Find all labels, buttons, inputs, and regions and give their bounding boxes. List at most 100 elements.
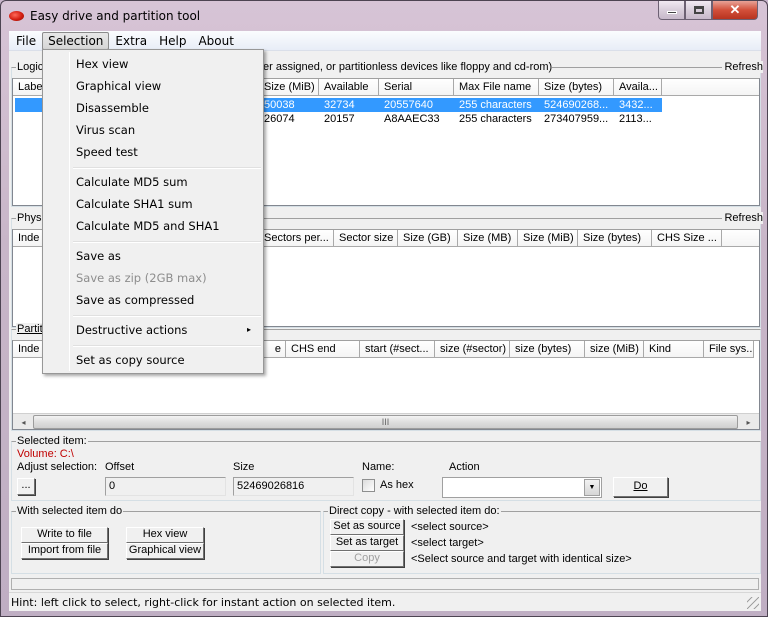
- column-header-filler: [662, 79, 759, 96]
- set-as-target-button[interactable]: Set as target: [330, 535, 404, 551]
- scroll-right-arrow-icon[interactable]: ▸: [740, 414, 757, 429]
- column-header-size-gb[interactable]: Size (GB): [398, 230, 458, 247]
- import-from-file-button[interactable]: Import from file: [21, 543, 108, 559]
- menu-item-speed-test[interactable]: Speed test: [45, 141, 261, 163]
- menu-file[interactable]: File: [10, 32, 42, 50]
- column-header-size-mib[interactable]: size (MiB): [585, 341, 644, 358]
- offset-field[interactable]: 0: [105, 477, 226, 496]
- column-header-size-mib[interactable]: Size (MiB): [259, 79, 319, 96]
- scroll-thumb[interactable]: III: [33, 415, 738, 429]
- column-header-size-bytes[interactable]: size (bytes): [510, 341, 585, 358]
- app-window: Easy drive and partition tool ✕ File Sel…: [0, 0, 768, 617]
- chevron-down-icon[interactable]: ▼: [584, 479, 600, 496]
- close-icon: ✕: [729, 2, 741, 17]
- physical-refresh-link[interactable]: Refresh: [722, 212, 763, 224]
- menu-separator: [73, 167, 261, 169]
- menu-about[interactable]: About: [192, 32, 239, 50]
- column-header-size-mib[interactable]: Size (MiB): [518, 230, 578, 247]
- as-hex-checkbox[interactable]: [362, 479, 375, 492]
- do-button[interactable]: Do: [613, 477, 668, 497]
- name-label: Name:: [362, 461, 395, 473]
- progress-bar: [11, 578, 759, 590]
- menu-item-disassemble[interactable]: Disassemble: [45, 97, 261, 119]
- menu-extra[interactable]: Extra: [109, 32, 153, 50]
- menu-item-graphical-view[interactable]: Graphical view: [45, 75, 261, 97]
- menu-selection[interactable]: Selection: [42, 32, 110, 50]
- menu-item-virus-scan[interactable]: Virus scan: [45, 119, 261, 141]
- close-button[interactable]: ✕: [712, 1, 758, 20]
- column-header-serial[interactable]: Serial: [379, 79, 454, 96]
- maximize-icon: [693, 6, 704, 14]
- menu-item-calculate-md5[interactable]: Calculate MD5 sum: [45, 171, 261, 193]
- submenu-arrow-icon: ▸: [246, 325, 251, 334]
- logical-refresh-link[interactable]: Refresh: [722, 61, 763, 73]
- window-title: Easy drive and partition tool: [30, 9, 201, 23]
- status-bar: Hint: left click to select, right-click …: [9, 592, 761, 611]
- selection-menu: Hex view Graphical view Disassemble Viru…: [42, 49, 264, 374]
- cell-serial: A8AAEC33: [384, 113, 440, 125]
- column-header-available[interactable]: Available: [319, 79, 379, 96]
- selected-item-value: Volume: C:\: [17, 448, 74, 460]
- column-header-size-mb[interactable]: Size (MB): [458, 230, 518, 247]
- maximize-button[interactable]: [685, 1, 712, 20]
- with-selected-item-label: With selected item do: [16, 505, 124, 517]
- cell-size-mib: 50038: [264, 99, 295, 111]
- direct-copy-group: Direct copy - with selected item do: Set…: [323, 505, 761, 574]
- adjust-selection-button[interactable]: ...: [17, 478, 35, 495]
- menu-item-calculate-sha1[interactable]: Calculate SHA1 sum: [45, 193, 261, 215]
- column-header-sector-size[interactable]: Sector size: [334, 230, 398, 247]
- action-label: Action: [449, 461, 480, 473]
- adjust-selection-label: Adjust selection:: [17, 461, 98, 473]
- column-header-size-bytes[interactable]: Size (bytes): [578, 230, 652, 247]
- resize-grip-icon[interactable]: [747, 597, 759, 609]
- column-header-chs-size[interactable]: CHS Size ...: [652, 230, 722, 247]
- copy-status: <Select source and target with identical…: [411, 553, 632, 565]
- action-dropdown[interactable]: ▼: [442, 477, 602, 498]
- set-as-source-button[interactable]: Set as source: [330, 519, 404, 535]
- scroll-left-arrow-icon[interactable]: ◂: [15, 414, 32, 429]
- size-label: Size: [233, 461, 255, 473]
- column-header-filler: [722, 230, 759, 247]
- partitions-horizontal-scrollbar[interactable]: ◂ III ▸: [13, 413, 759, 429]
- logical-group-label: Logic: [16, 61, 45, 73]
- cell-size-mib: 26074: [264, 113, 295, 125]
- selected-item-label: Selected item:: [16, 435, 88, 447]
- menu-help[interactable]: Help: [153, 32, 192, 50]
- column-header-chs-end[interactable]: CHS end: [286, 341, 360, 358]
- menu-item-save-as-compressed[interactable]: Save as compressed: [45, 289, 261, 311]
- with-selected-item-group: With selected item do Write to file Impo…: [11, 505, 321, 574]
- graphical-view-button[interactable]: Graphical view: [126, 543, 204, 559]
- column-header-available-bytes[interactable]: Availa...: [614, 79, 662, 96]
- cell-available: 20157: [324, 113, 355, 125]
- direct-copy-label: Direct copy - with selected item do:: [328, 505, 501, 517]
- cell-size-bytes: 524690268...: [544, 99, 609, 111]
- write-to-file-button[interactable]: Write to file: [21, 527, 108, 543]
- cell-available-bytes: 2113...: [619, 113, 652, 125]
- menu-item-calculate-md5-sha1[interactable]: Calculate MD5 and SHA1: [45, 215, 261, 237]
- copy-button[interactable]: Copy: [330, 551, 404, 567]
- column-header-file-system[interactable]: File sys...: [704, 341, 754, 358]
- source-status: <select source>: [411, 521, 489, 533]
- minimize-icon: [666, 11, 677, 14]
- menu-item-hex-view[interactable]: Hex view: [45, 53, 261, 75]
- column-header-kind[interactable]: Kind: [644, 341, 704, 358]
- as-hex-label: As hex: [380, 479, 414, 491]
- target-status: <select target>: [411, 537, 484, 549]
- menu-item-destructive-actions[interactable]: Destructive actions ▸: [45, 319, 261, 341]
- column-header-max-file-name[interactable]: Max File name: [454, 79, 539, 96]
- column-header-sectors-per[interactable]: Sectors per...: [259, 230, 334, 247]
- column-header-size-sector[interactable]: size (#sector): [435, 341, 510, 358]
- offset-label: Offset: [105, 461, 135, 473]
- minimize-button[interactable]: [658, 1, 685, 20]
- title-bar[interactable]: Easy drive and partition tool ✕: [1, 1, 767, 30]
- hex-view-button[interactable]: Hex view: [126, 527, 204, 543]
- menu-item-save-as-zip: Save as zip (2GB max): [76, 271, 207, 285]
- menu-item-save-as[interactable]: Save as: [45, 245, 261, 267]
- column-header-size-bytes[interactable]: Size (bytes): [539, 79, 614, 96]
- size-field[interactable]: 52469026816: [233, 477, 354, 496]
- cell-serial: 20557640: [384, 99, 433, 111]
- cell-max-file-name: 255 characters: [459, 99, 532, 111]
- column-header-start-sector[interactable]: start (#sect...: [360, 341, 435, 358]
- menu-item-set-as-copy-source[interactable]: Set as copy source: [45, 349, 261, 371]
- cell-available: 32734: [324, 99, 355, 111]
